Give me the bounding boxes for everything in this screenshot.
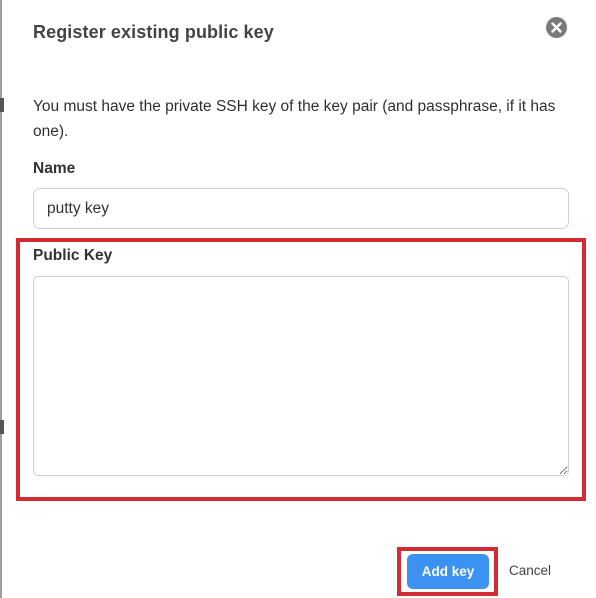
cancel-button[interactable]: Cancel <box>503 562 557 580</box>
window-edge-tick <box>0 420 4 434</box>
dialog-description: You must have the private SSH key of the… <box>33 98 556 140</box>
public-key-label: Public Key <box>33 247 113 264</box>
dialog-title: Register existing public key <box>33 22 274 42</box>
window-left-edge <box>0 0 2 598</box>
public-key-textarea[interactable] <box>33 276 569 476</box>
register-key-dialog: Register existing public key You must ha… <box>0 0 596 598</box>
close-icon[interactable] <box>546 17 567 38</box>
name-label: Name <box>33 160 76 177</box>
add-key-button[interactable]: Add key <box>407 554 489 589</box>
name-input[interactable] <box>33 188 569 229</box>
window-edge-tick <box>0 98 4 112</box>
